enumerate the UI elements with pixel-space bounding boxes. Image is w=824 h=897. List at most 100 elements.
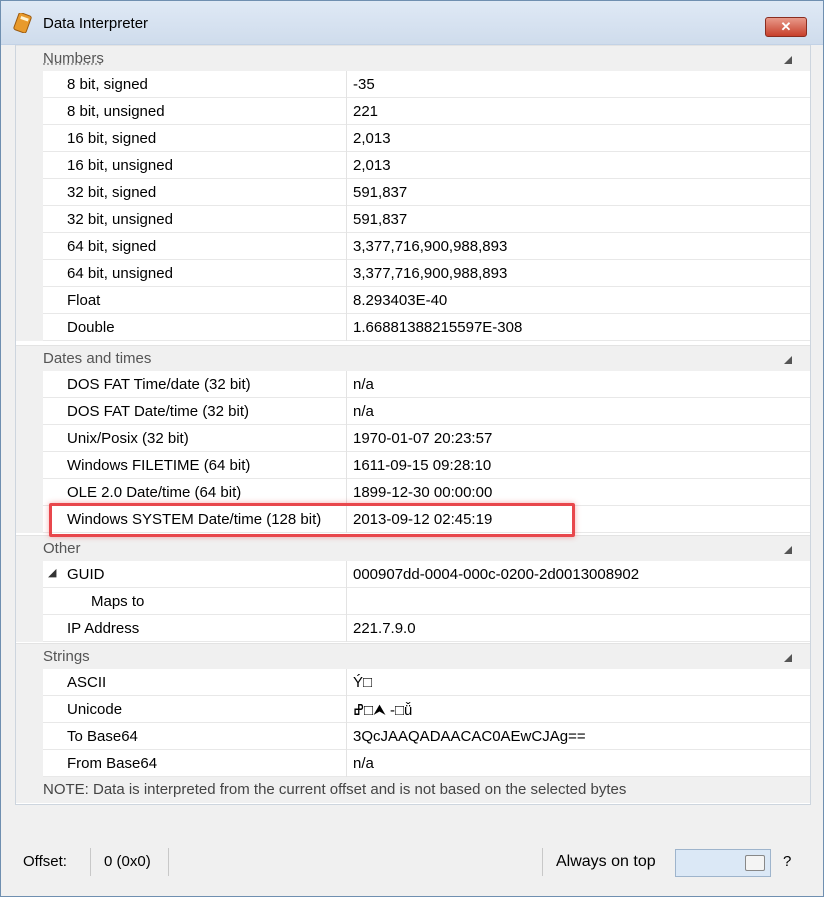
row-windows-filetime[interactable]: Windows FILETIME (64 bit) 1611-09-15 09:2… [16, 452, 810, 479]
property-name: 64 bit, signed [67, 238, 157, 255]
row-8bit-signed[interactable]: 8 bit, signed -35 [16, 71, 810, 98]
row-guid[interactable]: ◢ GUID 000907dd-0004-000c-0200-2d001300890… [16, 561, 810, 588]
close-icon: ✕ [780, 19, 792, 34]
row-8bit-unsigned[interactable]: 8 bit, unsigned 221 [16, 98, 810, 125]
property-name: 32 bit, signed [67, 184, 157, 201]
row-float[interactable]: Float 8.293403E-40 [16, 287, 810, 314]
status-divider [542, 848, 543, 876]
section-header-dates[interactable]: Dates and times [16, 345, 810, 371]
row-maps-to[interactable]: Maps to [16, 588, 810, 615]
property-name: 8 bit, signed [67, 76, 148, 93]
calculator-icon [13, 13, 32, 33]
row-ascii[interactable]: ASCII Ý□ [16, 669, 810, 696]
property-value: 221 [353, 103, 379, 120]
row-ole-date-time[interactable]: OLE 2.0 Date/time (64 bit) 1899-12-30 00:… [16, 479, 810, 506]
close-button[interactable]: ✕ [765, 17, 807, 37]
row-to-base64[interactable]: To Base64 3QcJAAQADAACAC0AEwCJAg== [16, 723, 810, 750]
property-name: 8 bit, unsigned [67, 103, 165, 120]
property-value: 1970-01-07 20:23:57 [353, 430, 493, 447]
collapse-icon[interactable] [784, 654, 792, 662]
row-dos-fat-time-date[interactable]: DOS FAT Time/date (32 bit) n/a [16, 371, 810, 398]
always-on-top-label: Always on top [556, 853, 656, 870]
row-windows-system-date-time[interactable]: Windows SYSTEM Date/time (128 bit) 2013-0… [16, 506, 810, 533]
note-text: NOTE: Data is interpreted from the curre… [43, 781, 627, 798]
collapse-icon[interactable] [784, 546, 792, 554]
row-unicode[interactable]: Unicode ߝ□⮝ -□ǚ [16, 696, 810, 723]
offset-label: Offset: [23, 853, 67, 870]
collapse-icon[interactable] [784, 56, 792, 64]
property-value: -35 [353, 76, 375, 93]
property-value: n/a [353, 755, 374, 772]
property-name: 16 bit, signed [67, 130, 157, 147]
property-name: DOS FAT Date/time (32 bit) [67, 403, 249, 420]
property-name: ASCII [67, 674, 107, 691]
row-unix-posix[interactable]: Unix/Posix (32 bit) 1970-01-07 20:23:57 [16, 425, 810, 452]
property-value: Ý□ [353, 674, 373, 691]
property-value: n/a [353, 376, 374, 393]
property-value: 8.293403E-40 [353, 292, 448, 309]
property-grid: Numbers 8 bit, signed -35 8 bit, unsigned… [15, 45, 811, 805]
row-32bit-unsigned[interactable]: 32 bit, unsigned 591,837 [16, 206, 810, 233]
property-name: 32 bit, unsigned [67, 211, 173, 228]
property-value: 3QcJAAQADAACAC0AEwCJAg== [353, 728, 586, 745]
section-header-other[interactable]: Other [16, 535, 810, 561]
status-divider [90, 848, 91, 876]
expand-triangle-icon[interactable]: ◢ [48, 566, 56, 579]
property-value: 1.66881388215597E-308 [353, 319, 523, 336]
property-name: Float [67, 292, 101, 309]
note-bar: NOTE: Data is interpreted from the curre… [16, 777, 810, 803]
row-16bit-unsigned[interactable]: 16 bit, unsigned 2,013 [16, 152, 810, 179]
property-name: Double [67, 319, 115, 336]
row-64bit-unsigned[interactable]: 64 bit, unsigned 3,377,716,900,988,893 [16, 260, 810, 287]
property-value: ߝ□⮝ -□ǚ [353, 702, 413, 719]
section-title: Dates and times [43, 350, 152, 367]
section-header-strings[interactable]: Strings [16, 643, 810, 669]
row-dos-fat-date-time[interactable]: DOS FAT Date/time (32 bit) n/a [16, 398, 810, 425]
row-64bit-signed[interactable]: 64 bit, signed 3,377,716,900,988,893 [16, 233, 810, 260]
property-name: Maps to [91, 593, 145, 610]
property-value: 591,837 [353, 211, 408, 228]
property-name: Unix/Posix (32 bit) [67, 430, 189, 447]
property-value: 000907dd-0004-000c-0200-2d0013008902 [353, 566, 640, 583]
property-value: 2013-09-12 02:45:19 [353, 511, 493, 528]
property-name: IP Address [67, 620, 140, 637]
property-name: OLE 2.0 Date/time (64 bit) [67, 484, 242, 501]
row-double[interactable]: Double 1.66881388215597E-308 [16, 314, 810, 341]
status-divider [168, 848, 169, 876]
property-value: 591,837 [353, 184, 408, 201]
property-value: 1611-09-15 09:28:10 [353, 457, 492, 474]
section-title: Strings [43, 648, 90, 665]
property-name: Windows SYSTEM Date/time (128 bit) [67, 511, 322, 528]
title-bar: Data Interpreter ✕ [1, 1, 823, 45]
section-title: Numbers [43, 50, 104, 67]
property-value: 2,013 [353, 130, 391, 147]
property-name: Windows FILETIME (64 bit) [67, 457, 251, 474]
status-bar: Offset: 0 (0x0) Always on top ? [15, 842, 811, 882]
property-name: GUID [67, 566, 105, 583]
property-value: 1899-12-30 00:00:00 [353, 484, 493, 501]
property-value: 221.7.9.0 [353, 620, 416, 637]
property-name: To Base64 [67, 728, 138, 745]
row-32bit-signed[interactable]: 32 bit, signed 591,837 [16, 179, 810, 206]
row-16bit-signed[interactable]: 16 bit, signed 2,013 [16, 125, 810, 152]
property-name: 16 bit, unsigned [67, 157, 173, 174]
help-button[interactable]: ? [783, 853, 791, 870]
window-title: Data Interpreter [43, 15, 149, 32]
row-from-base64[interactable]: From Base64 n/a [16, 750, 810, 777]
offset-value: 0 (0x0) [104, 853, 151, 870]
property-name: 64 bit, unsigned [67, 265, 173, 282]
property-name: DOS FAT Time/date (32 bit) [67, 376, 251, 393]
toggle-knob[interactable] [745, 855, 765, 871]
property-name: From Base64 [67, 755, 158, 772]
section-title: Other [43, 540, 81, 557]
property-value: 3,377,716,900,988,893 [353, 238, 508, 255]
property-value: n/a [353, 403, 374, 420]
data-interpreter-window: Data Interpreter ✕ Numbers 8 bit, signed… [0, 0, 824, 897]
property-name: Unicode [67, 701, 123, 718]
row-ip-address[interactable]: IP Address 221.7.9.0 [16, 615, 810, 642]
property-value: 2,013 [353, 157, 391, 174]
collapse-icon[interactable] [784, 356, 792, 364]
always-on-top-toggle[interactable] [675, 849, 771, 877]
section-header-numbers[interactable]: Numbers [16, 45, 810, 71]
property-value: 3,377,716,900,988,893 [353, 265, 508, 282]
